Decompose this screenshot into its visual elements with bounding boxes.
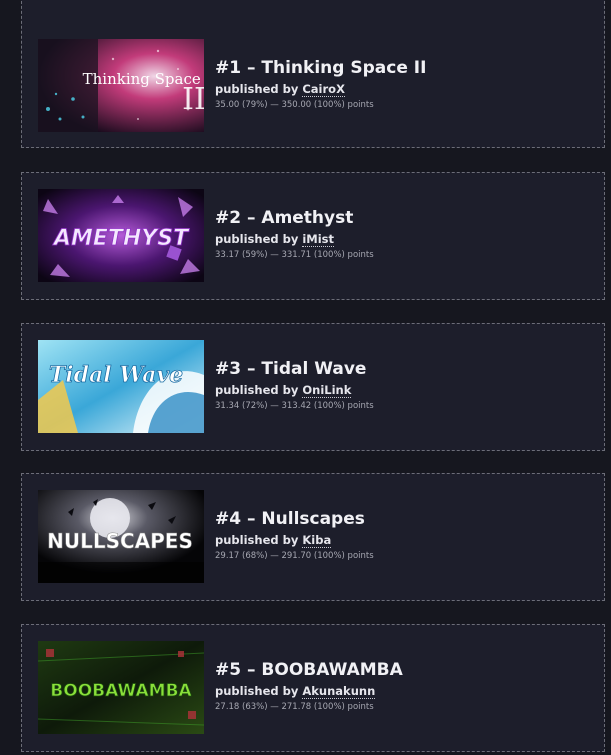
- creator-link[interactable]: CairoX: [302, 82, 345, 97]
- thumbnail-text: NULLSCAPES: [47, 529, 193, 553]
- amethyst-thumbnail[interactable]: AMETHYST: [38, 189, 204, 282]
- points-text: 31.34 (72%) — 313.42 (100%) points: [215, 401, 374, 411]
- level-title[interactable]: #1 – Thinking Space II: [215, 57, 595, 79]
- thumbnail-text: BOOBAWAMBA: [50, 681, 192, 701]
- level-title[interactable]: #3 – Tidal Wave: [215, 358, 595, 380]
- published-by-label: published by: [215, 232, 299, 246]
- creator-link[interactable]: iMist: [302, 232, 335, 247]
- published-by-label: published by: [215, 383, 299, 397]
- level-card[interactable]: NULLSCAPES #4 – Nullscapes published by …: [21, 473, 605, 601]
- level-card[interactable]: Thinking Space II II #1 – Thinking Space…: [21, 0, 605, 148]
- byline: published by iMist: [215, 231, 595, 247]
- boobawamba-thumbnail[interactable]: BOOBAWAMBA: [38, 641, 204, 734]
- level-title[interactable]: #5 – BOOBAWAMBA: [215, 659, 595, 681]
- points-text: 29.17 (68%) — 291.70 (100%) points: [215, 551, 374, 561]
- level-info: #4 – Nullscapes published by Kiba 29.17 …: [215, 508, 595, 563]
- thumbnail-text: AMETHYST: [52, 226, 190, 251]
- level-info: #2 – Amethyst published by iMist 33.17 (…: [215, 207, 595, 262]
- level-card[interactable]: AMETHYST #2 – Amethyst published by iMis…: [21, 172, 605, 300]
- published-by-label: published by: [215, 684, 299, 698]
- level-title[interactable]: #4 – Nullscapes: [215, 508, 595, 530]
- points-text: 33.17 (59%) — 331.71 (100%) points: [215, 250, 374, 260]
- tidal-wave-thumbnail[interactable]: Tidal Wave: [38, 340, 204, 433]
- svg-text:II: II: [182, 82, 204, 117]
- creator-link[interactable]: Akunakunn: [302, 684, 376, 699]
- level-title[interactable]: #2 – Amethyst: [215, 207, 595, 229]
- level-list: Thinking Space II II #1 – Thinking Space…: [0, 0, 611, 755]
- level-info: #1 – Thinking Space II published by Cair…: [215, 57, 595, 112]
- points-text: 27.18 (63%) — 271.78 (100%) points: [215, 702, 374, 712]
- byline: published by CairoX: [215, 81, 595, 97]
- byline: published by OniLink: [215, 382, 595, 398]
- thumbnail-text: Tidal Wave: [49, 362, 183, 388]
- thinking-space-thumbnail[interactable]: Thinking Space II II: [38, 39, 204, 132]
- creator-link[interactable]: OniLink: [302, 383, 352, 398]
- published-by-label: published by: [215, 533, 299, 547]
- published-by-label: published by: [215, 82, 299, 96]
- level-info: #3 – Tidal Wave published by OniLink 31.…: [215, 358, 595, 413]
- byline: published by Akunakunn: [215, 683, 595, 699]
- byline: published by Kiba: [215, 532, 595, 548]
- nullscapes-thumbnail[interactable]: NULLSCAPES: [38, 490, 204, 583]
- level-card[interactable]: Tidal Wave #3 – Tidal Wave published by …: [21, 323, 605, 451]
- creator-link[interactable]: Kiba: [302, 533, 332, 548]
- level-card[interactable]: BOOBAWAMBA #5 – BOOBAWAMBA published by …: [21, 624, 605, 752]
- level-info: #5 – BOOBAWAMBA published by Akunakunn 2…: [215, 659, 595, 714]
- points-text: 35.00 (79%) — 350.00 (100%) points: [215, 100, 374, 110]
